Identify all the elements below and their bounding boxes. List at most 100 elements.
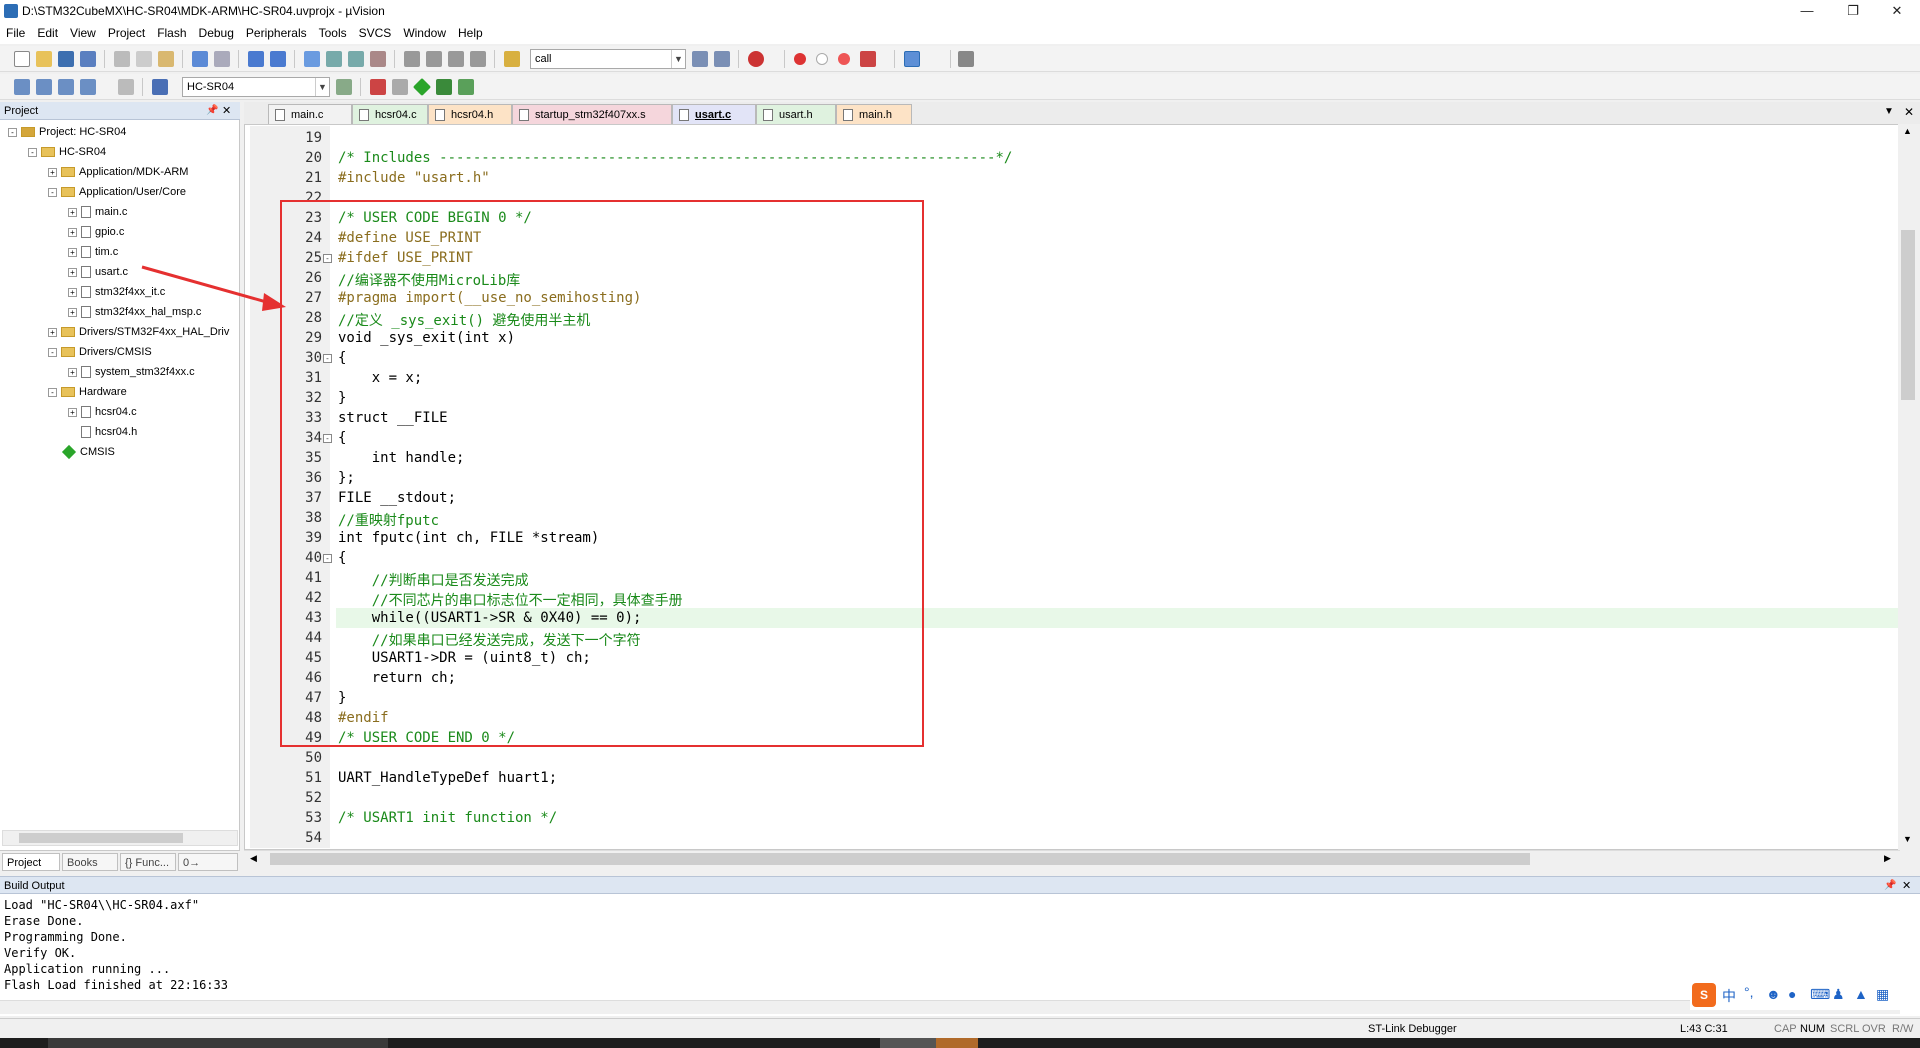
expand-icon[interactable]: + [48,327,57,337]
target-select[interactable]: HC-SR04 ▼ [182,77,330,97]
tab-startup-s[interactable]: startup_stm32f407xx.s [512,104,672,124]
sogou-logo-icon[interactable]: S [1692,983,1716,1007]
tree-project-root[interactable]: - Project: HC-SR04 [8,126,126,138]
translate-icon[interactable] [14,79,30,95]
collapse-icon[interactable]: - [48,187,57,197]
build-output-panel[interactable]: Load "HC-SR04\\HC-SR04.axf" Erase Done. … [0,894,1920,1016]
tab-books[interactable]: Books [62,853,118,871]
disable-all-breakpoints-icon[interactable] [838,53,850,65]
collapse-icon[interactable]: - [48,347,57,357]
punctuation-icon[interactable]: °, [1744,984,1754,1000]
manage-project-items-icon[interactable] [370,79,386,95]
expand-icon[interactable]: + [68,247,77,257]
scroll-up-icon[interactable]: ▲ [1903,126,1912,136]
configure-icon[interactable] [958,51,974,67]
cut-icon[interactable] [114,51,130,67]
keyboard-icon[interactable]: ⌨ [1810,986,1830,1003]
tree-group-hardware[interactable]: - Hardware [48,386,127,398]
menu-debug[interactable]: Debug [193,22,240,44]
undo-icon[interactable] [192,51,208,67]
redo-icon[interactable] [214,51,230,67]
expand-icon[interactable]: + [68,227,77,237]
nav-back-icon[interactable] [248,51,264,67]
collapse-icon[interactable]: - [28,147,37,157]
tree-file-main-c[interactable]: + main.c [68,206,127,219]
prev-bookmark-icon[interactable] [326,51,342,67]
window-layout-icon[interactable] [904,51,920,67]
pin-icon[interactable]: 📌 [1884,877,1896,895]
paste-icon[interactable] [158,51,174,67]
pin-icon[interactable]: 📌 [206,102,218,120]
incremental-find-icon[interactable] [714,51,730,67]
tree-file-usart-c[interactable]: + usart.c [68,266,128,279]
menu-help[interactable]: Help [452,22,489,44]
breakpoint-icon[interactable] [794,53,806,65]
tree-file-system-c[interactable]: + system_stm32f4xx.c [68,366,195,379]
expand-icon[interactable]: + [48,167,57,177]
scroll-right-icon[interactable]: ▶ [1884,853,1891,864]
disable-breakpoint-icon[interactable] [816,53,828,65]
manage-rte-icon[interactable] [412,77,432,97]
select-packs-icon[interactable] [392,79,408,95]
find-combo[interactable]: call ▼ [530,49,686,69]
expand-icon[interactable]: + [68,367,77,377]
expand-icon[interactable]: + [68,207,77,217]
pack-installer-icon[interactable] [436,79,452,95]
menu-project[interactable]: Project [102,22,151,44]
tab-main-h[interactable]: main.h [836,104,912,124]
tree-file-hcsr04-c[interactable]: + hcsr04.c [68,406,137,419]
tree-group-hal-driver[interactable]: + Drivers/STM32F4xx_HAL_Driv [48,326,229,338]
collapse-icon[interactable]: - [48,387,57,397]
menu-edit[interactable]: Edit [31,22,64,44]
clear-bookmarks-icon[interactable] [370,51,386,67]
user-icon[interactable]: ♟ [1832,986,1845,1003]
debug-session-icon[interactable] [748,51,764,67]
chevron-down-icon[interactable]: ▼ [315,78,329,96]
tab-hcsr04-h[interactable]: hcsr04.h [428,104,512,124]
unindent-icon[interactable] [426,51,442,67]
tree-group-cmsis[interactable]: - Drivers/CMSIS [48,346,152,358]
editor-hscroll-thumb[interactable] [270,853,1530,865]
tab-usart-h[interactable]: usart.h [756,104,836,124]
expand-icon[interactable]: + [68,267,77,277]
tree-group-user-core[interactable]: - Application/User/Core [48,186,186,198]
voice-icon[interactable]: ● [1788,986,1796,1002]
skin-icon[interactable]: ▲ [1854,986,1868,1002]
expand-icon[interactable]: + [68,307,77,317]
project-hscroll[interactable] [2,830,238,846]
next-bookmark-icon[interactable] [348,51,364,67]
project-hscroll-thumb[interactable] [19,833,183,843]
expand-icon[interactable]: + [68,287,77,297]
menu-tools[interactable]: Tools [313,22,353,44]
kill-breakpoints-icon[interactable] [860,51,876,67]
ime-mode-label[interactable]: 中 [1722,986,1736,1006]
scroll-down-icon[interactable]: ▼ [1903,834,1912,844]
close-pane-icon[interactable]: ✕ [222,102,231,120]
batch-build-icon[interactable] [80,79,96,95]
open-file-icon[interactable] [36,51,52,67]
tree-file-hcsr04-h[interactable]: hcsr04.h [81,426,137,439]
indent-icon[interactable] [404,51,420,67]
copy-icon[interactable] [136,51,152,67]
tab-project[interactable]: Project [2,853,60,871]
comment-icon[interactable] [448,51,464,67]
tree-file-gpio-c[interactable]: + gpio.c [68,226,124,239]
minimize-button[interactable]: — [1784,0,1830,22]
target-options-icon[interactable] [336,79,352,95]
rebuild-icon[interactable] [58,79,74,95]
emoji-icon[interactable]: ☻ [1766,986,1781,1002]
expand-icon[interactable]: + [68,407,77,417]
tab-hcsr04-c[interactable]: hcsr04.c [352,104,428,124]
tab-list-icon[interactable]: ▼ [1884,106,1894,117]
event-recorder-icon[interactable] [458,79,474,95]
save-icon[interactable] [58,51,74,67]
menu-window[interactable]: Window [397,22,452,44]
tab-functions[interactable]: {} Func... [120,853,176,871]
bookmark-icon[interactable] [304,51,320,67]
menu-view[interactable]: View [64,22,102,44]
save-all-icon[interactable] [80,51,96,67]
download-icon[interactable] [152,79,168,95]
uncomment-icon[interactable] [470,51,486,67]
collapse-icon[interactable]: - [8,127,17,137]
build-output-hscroll[interactable] [0,1000,1900,1014]
